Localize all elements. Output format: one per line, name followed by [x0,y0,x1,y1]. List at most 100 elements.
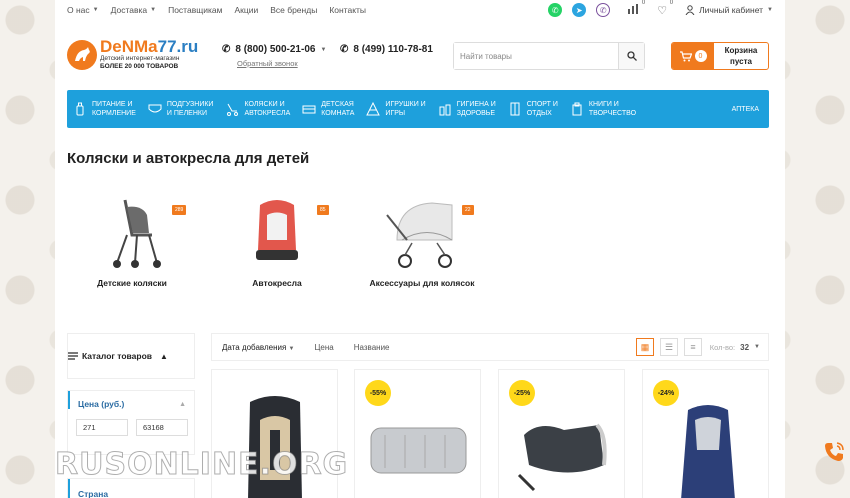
phone-number-1[interactable]: 8 (800) 500-21-06 [235,44,315,55]
category-name: Автокресла [252,278,302,288]
category-name: Детские коляски [97,278,167,288]
hand-muff-product-image [517,423,607,492]
triangle-up-icon: ▲ [159,351,168,361]
discount-badge: -55% [365,380,391,406]
stroller-cover-product-image [370,427,467,474]
phone-icon [825,442,844,461]
user-icon [685,5,695,15]
per-page-value: 32 [740,342,750,352]
price-filter-title[interactable]: Цена (руб.) [68,391,194,409]
cart-button[interactable]: 0 Корзина пуста [671,42,769,70]
compare-count: 0 [641,0,646,6]
kangaroo-logo-icon [67,39,97,70]
discount-badge: -25% [509,380,535,406]
whatsapp-icon[interactable]: ✆ [548,3,563,17]
grid-view-icon[interactable]: ▦ [636,338,654,356]
phone-icon: ✆ [340,44,349,55]
cart-count: 0 [694,50,707,62]
telegram-icon[interactable]: ➤ [572,3,587,17]
phone-block-1: ✆ 8 (800) 500-21-06 ▼ Обратный звонок [222,44,326,68]
price-from-input[interactable] [76,419,128,436]
bottle-icon [73,102,87,116]
category-tiles: 289 Детские коляски 85 Автокресла 22 Акс… [67,195,487,295]
chevron-down-icon: ▼ [288,345,295,352]
callback-float-button[interactable] [822,440,846,467]
search-icon [626,51,637,61]
topnav-delivery[interactable]: Доставка ▼ [111,5,156,15]
stroller-icon [225,102,239,116]
cabinet-link[interactable]: Личный кабинет ▼ [685,5,773,15]
product-card[interactable]: -24% [642,369,769,498]
category-name: Аксессуары для колясок [369,278,475,288]
cart-icon [679,50,692,61]
sort-bar: Дата добавления ▼ Цена Название ▦ ☰ ≡ Ко… [211,333,769,361]
site-logo[interactable]: DeNMa77.ru Детский интернет-магазин БОЛЕ… [67,38,198,71]
sport-icon [508,102,522,116]
chevron-down-icon: ▼ [754,344,760,350]
car-seat-image [256,200,298,260]
phone-number-2[interactable]: 8 (499) 110-78-81 [353,44,433,55]
chevron-up-icon[interactable]: ▲ [179,401,186,408]
menu-item-room[interactable]: Детская комната [296,90,360,128]
book-icon [570,102,584,116]
category-count-badge: 289 [172,205,187,215]
search-input[interactable] [454,43,618,69]
logo-subtitle: Детский интернет-магазин [100,55,180,62]
logo-tagline: БОЛЕЕ 20 000 ТОВАРОВ [100,63,179,70]
per-page-label: Кол-во: [709,342,736,352]
phone-icon: ✆ [222,44,231,55]
menu-item-pharmacy[interactable]: Аптека [726,90,769,128]
sort-by-date[interactable]: Дата добавления ▼ [222,343,305,352]
per-page-select[interactable]: Кол-во: 32 ▼ [710,343,760,352]
logo-name: DeNMa77.ru [100,37,199,56]
chevron-down-icon: ▼ [92,7,99,13]
category-count-badge: 85 [317,205,329,215]
heart-icon[interactable]: ♡ 0 [657,0,673,17]
category-car-seats[interactable]: 85 Автокресла [212,195,342,288]
phone-block-2: ✆ 8 (499) 110-78-81 [340,44,433,55]
main-menu: Питание и кормление Подгузники и пеленки К… [67,90,769,128]
sort-by-price[interactable]: Цена [315,343,344,352]
menu-item-diapers[interactable]: Подгузники и пеленки [142,90,220,128]
top-right-icons: ✆ ➤ ✆ 0 ♡ 0 Личный кабинет ▼ [548,0,773,20]
search-button[interactable] [618,43,644,69]
topnav-about[interactable]: О нас ▼ [67,5,99,15]
discount-badge: -24% [653,380,679,406]
price-filter: Цена (руб.) ▲ [67,390,195,455]
menu-item-sport[interactable]: Спорт и отдых [502,90,564,128]
catalog-label: Каталог товаров [82,351,152,361]
pyramid-icon [366,102,381,116]
stroller-envelope-product-image [681,405,735,498]
menu-item-hygiene[interactable]: Гигиена и здоровье [432,90,502,128]
favorites-count: 0 [669,0,674,6]
callback-link[interactable]: Обратный звонок [237,59,326,68]
product-card[interactable]: -25% [498,369,625,498]
product-card[interactable]: -55% [354,369,481,498]
price-to-input[interactable] [136,419,188,436]
menu-item-books[interactable]: Книги и творчество [564,90,642,128]
compare-icon[interactable]: 0 [628,0,645,17]
viber-icon[interactable]: ✆ [596,3,611,17]
watermark: RUSONLINE.ORG [54,447,349,483]
category-strollers[interactable]: 289 Детские коляски [67,195,197,288]
list-view-icon[interactable]: ☰ [660,338,678,356]
topnav-contacts[interactable]: Контакты [329,5,366,15]
page-title: Коляски и автокресла для детей [67,150,310,167]
menu-item-strollers[interactable]: Коляски и автокресла [219,90,296,128]
topnav-brands[interactable]: Все бренды [270,5,317,15]
chevron-down-icon[interactable]: ▼ [320,47,326,53]
chevron-down-icon: ▼ [767,7,773,13]
table-view-icon[interactable]: ≡ [684,338,702,356]
category-stroller-accessories[interactable]: 22 Аксессуары для колясок [357,195,487,288]
catalog-toggle[interactable]: Каталог товаров ▲ [67,333,195,379]
menu-icon [68,352,78,360]
top-bar: О нас ▼ Доставка ▼ Поставщикам Акции Все б… [55,0,785,20]
menu-item-food[interactable]: Питание и кормление [67,90,142,128]
menu-item-toys[interactable]: Игрушки и игры [360,90,431,128]
bed-icon [302,102,316,116]
stroller-accessory-image [386,202,453,268]
diaper-icon [148,102,162,116]
topnav-suppliers[interactable]: Поставщикам [168,5,222,15]
topnav-promotions[interactable]: Акции [234,5,258,15]
sort-by-name[interactable]: Название [354,343,400,352]
